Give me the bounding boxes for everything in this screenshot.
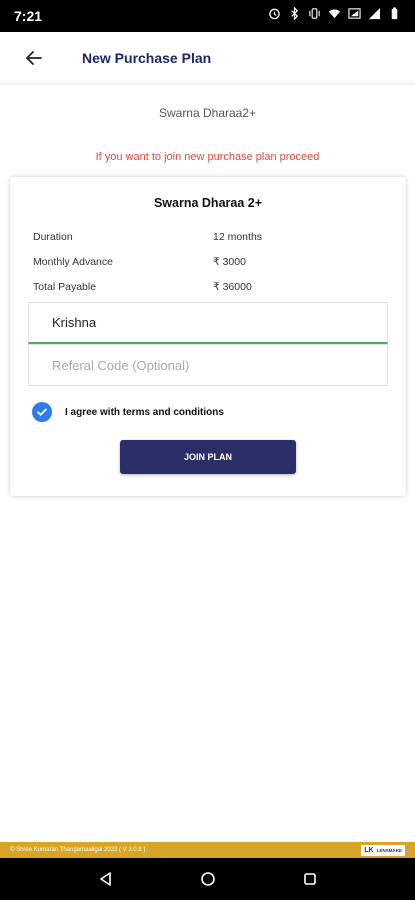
logo-mark: LK <box>364 846 374 854</box>
terms-agreement: I agree with terms and conditions <box>32 402 224 422</box>
back-button[interactable] <box>6 32 62 84</box>
nav-recents-button[interactable] <box>298 867 322 891</box>
detail-row-total-payable: Total Payable ₹ 36000 <box>33 281 393 297</box>
notice-text: If you want to join new purchase plan pr… <box>95 151 320 163</box>
alarm-icon <box>268 7 281 25</box>
detail-value: ₹ 3000 <box>213 256 246 268</box>
referral-code-input[interactable]: Referal Code (Optional) <box>28 344 388 386</box>
recents-square-icon <box>303 873 316 885</box>
signal-icon <box>348 7 361 25</box>
vibrate-icon <box>308 7 321 25</box>
system-nav-bar <box>0 858 415 900</box>
lensmake-logo: LK LENSMAKE <box>361 844 405 856</box>
nav-back-button[interactable] <box>94 867 118 891</box>
bluetooth-icon <box>288 6 301 25</box>
plan-name: Swarna Dharaa2+ <box>158 106 257 120</box>
plan-card: Swarna Dharaa 2+ Duration 12 months Mont… <box>10 177 406 496</box>
back-triangle-icon <box>99 872 111 886</box>
terms-label: I agree with terms and conditions <box>65 406 224 418</box>
join-plan-button[interactable]: JOIN PLAN <box>120 440 296 474</box>
check-icon <box>37 408 47 416</box>
page-title: New Purchase Plan <box>82 49 212 66</box>
app-bar: New Purchase Plan <box>0 32 415 84</box>
wifi-icon <box>328 7 341 25</box>
terms-checkbox[interactable] <box>32 402 52 422</box>
detail-value: ₹ 36000 <box>213 281 252 293</box>
detail-value: 12 months <box>213 231 263 243</box>
copyright-text: © Shree Kumaran Thangamaaligai 2023 ( V … <box>10 847 146 853</box>
detail-row-monthly-advance: Monthly Advance ₹ 3000 <box>33 256 393 272</box>
status-time: 7:21 <box>14 8 43 24</box>
battery-icon <box>388 7 401 25</box>
signal-icon <box>368 7 381 25</box>
name-input[interactable]: Krishna <box>28 302 388 344</box>
detail-label: Duration <box>33 231 73 243</box>
detail-label: Monthly Advance <box>33 256 113 268</box>
arrow-left-icon <box>26 50 42 65</box>
nav-home-button[interactable] <box>196 867 220 891</box>
home-circle-icon <box>200 872 215 886</box>
detail-row-duration: Duration 12 months <box>33 231 393 247</box>
status-icons <box>268 6 401 25</box>
status-bar: 7:21 <box>0 0 415 32</box>
footer: © Shree Kumaran Thangamaaligai 2023 ( V … <box>0 842 415 858</box>
detail-label: Total Payable <box>33 281 97 293</box>
logo-text: LENSMAKE <box>376 847 402 853</box>
card-title: Swarna Dharaa 2+ <box>153 196 263 210</box>
